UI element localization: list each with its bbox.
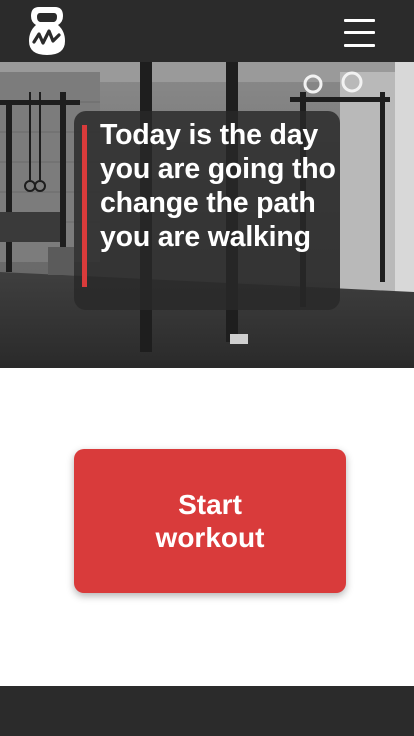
header [0, 0, 414, 62]
start-workout-button[interactable]: Start workout [74, 449, 346, 593]
start-workout-label: Start workout [155, 489, 265, 553]
app: Today is the day you are going tho chang… [0, 0, 414, 736]
kettlebell-logo-icon[interactable] [29, 5, 65, 57]
motivational-quote: Today is the day you are going tho chang… [100, 119, 336, 253]
footer [0, 686, 414, 736]
hero-image: Today is the day you are going tho chang… [0, 62, 414, 368]
quote-accent-bar [82, 125, 87, 287]
hamburger-menu-icon[interactable] [344, 19, 375, 47]
